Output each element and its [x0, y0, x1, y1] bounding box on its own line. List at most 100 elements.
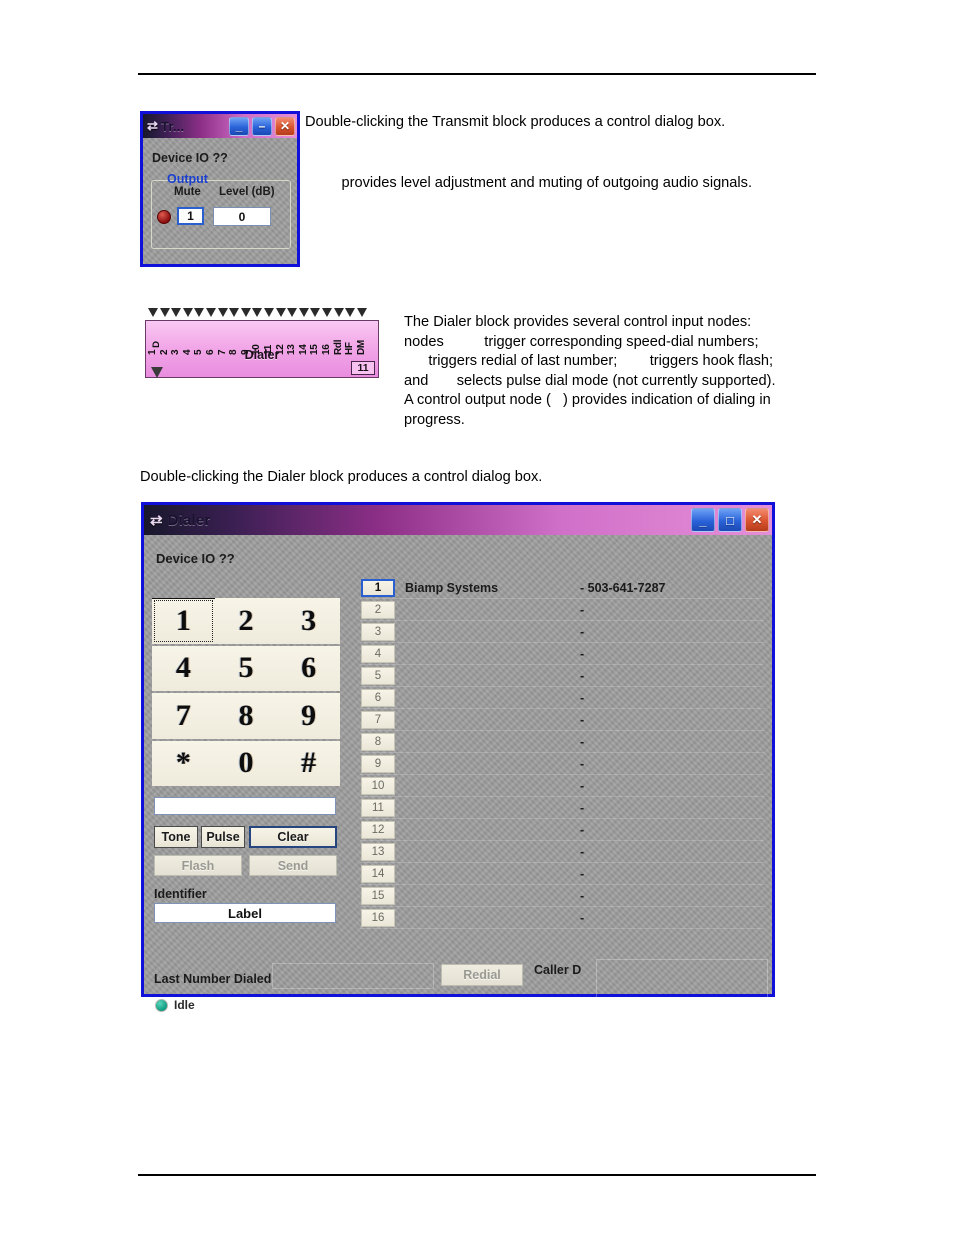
speed-dial-row[interactable]: 5- [360, 665, 764, 687]
dialer-input-node-3[interactable] [170, 308, 182, 319]
speed-dial-row[interactable]: 14 - [360, 863, 764, 885]
keypad-key-8[interactable]: 8 [214, 693, 278, 739]
dialer-input-node-1[interactable] [147, 308, 159, 319]
minimize-icon[interactable]: _ [229, 116, 249, 136]
dialer-input-node-Rdl[interactable] [333, 308, 345, 319]
keypad-key-3[interactable]: 3 [277, 598, 340, 644]
transmit-control-dialog[interactable]: ⇄ Tr... _ – ✕ Device IO ?? Output Mute L… [140, 111, 300, 267]
speed-dial-number-button[interactable]: 5 [361, 666, 395, 685]
speed-dial-row[interactable]: 10 - [360, 775, 764, 797]
speed-dial-number-button[interactable]: 2 [361, 600, 395, 619]
speed-dial-number-button[interactable]: 13 [361, 842, 395, 861]
speed-dial-number-button[interactable]: 6 [361, 688, 395, 707]
redial-button[interactable]: Redial [441, 964, 523, 986]
speed-dial-phone[interactable]: - [580, 845, 584, 859]
speed-dial-phone[interactable]: - [580, 801, 584, 815]
keypad-key-5[interactable]: 5 [214, 645, 278, 691]
keypad-key-star[interactable]: * [152, 740, 215, 786]
speed-dial-row[interactable]: 16 - [360, 907, 764, 929]
dialer-input-node-9[interactable] [240, 308, 252, 319]
keypad-key-hash[interactable]: # [277, 740, 340, 786]
speed-dial-row[interactable]: 7- [360, 709, 764, 731]
speed-dial-number-button[interactable]: 1 [361, 578, 395, 597]
speed-dial-number-button[interactable]: 14 [361, 864, 395, 883]
dialer-input-node-6[interactable] [205, 308, 217, 319]
speed-dial-number-button[interactable]: 15 [361, 886, 395, 905]
identifier-input[interactable]: Label [154, 903, 336, 923]
speed-dial-phone[interactable]: - [580, 669, 584, 683]
speed-dial-number-button[interactable]: 3 [361, 622, 395, 641]
speed-dial-phone[interactable]: - [580, 647, 584, 661]
dialer-input-node-5[interactable] [193, 308, 205, 319]
speed-dial-row[interactable]: 4- [360, 643, 764, 665]
maximize-icon[interactable]: – [252, 116, 272, 136]
dialer-input-node-HF[interactable] [344, 308, 356, 319]
dialer-input-node-8[interactable] [228, 308, 240, 319]
close-icon[interactable]: ✕ [275, 116, 295, 136]
keypad-key-2[interactable]: 2 [214, 598, 278, 644]
speed-dial-row[interactable]: 3- [360, 621, 764, 643]
speed-dial-row[interactable]: 13 - [360, 841, 764, 863]
speed-dial-phone[interactable]: - [580, 823, 584, 837]
dialer-keypad[interactable]: 1 2 3 4 5 6 7 8 9 * 0 # [152, 598, 340, 786]
pulse-button[interactable]: Pulse [201, 826, 245, 848]
dialer-block-diagram[interactable]: Dialer 11 D 1 2 3 4 5 6 7 8 9 10 11 12 13 14 15 16 Rdl HF… [143, 308, 383, 390]
dialer-input-node-7[interactable] [217, 308, 229, 319]
speed-dial-phone[interactable]: - [580, 757, 584, 771]
speed-dial-phone[interactable]: - [580, 911, 584, 925]
dialer-input-node-4[interactable] [182, 308, 194, 319]
dialer-input-node-12[interactable] [275, 308, 287, 319]
speed-dial-number-button[interactable]: 10 [361, 776, 395, 795]
speed-dial-phone[interactable]: - [580, 691, 584, 705]
dialer-input-node-10[interactable] [251, 308, 263, 319]
speed-dial-number-button[interactable]: 12 [361, 820, 395, 839]
dialer-titlebar[interactable]: ⇄ Dialer _ □ ✕ [144, 505, 772, 535]
speed-dial-row[interactable]: 15 - [360, 885, 764, 907]
speed-dial-phone[interactable]: - [580, 713, 584, 727]
keypad-key-4[interactable]: 4 [152, 645, 215, 691]
tone-button[interactable]: Tone [154, 826, 198, 848]
speed-dial-phone[interactable]: - 503-641-7287 [580, 581, 665, 595]
speed-dial-number-button[interactable]: 11 [361, 798, 395, 817]
dialer-input-node-13[interactable] [286, 308, 298, 319]
keypad-key-1[interactable]: 1 [152, 598, 215, 644]
keypad-key-9[interactable]: 9 [277, 693, 340, 739]
dialer-input-node-15[interactable] [309, 308, 321, 319]
dialer-input-node-11[interactable] [263, 308, 275, 319]
dialer-input-node-16[interactable] [321, 308, 333, 319]
dialer-number-input[interactable] [154, 797, 336, 815]
speed-dial-row[interactable]: 12 - [360, 819, 764, 841]
speed-dial-number-button[interactable]: 9 [361, 754, 395, 773]
speed-dial-phone[interactable]: - [580, 867, 584, 881]
speed-dial-row[interactable]: 8- [360, 731, 764, 753]
speed-dial-phone[interactable]: - [580, 735, 584, 749]
speed-dial-row[interactable]: 11 - [360, 797, 764, 819]
keypad-key-6[interactable]: 6 [277, 645, 340, 691]
speed-dial-row[interactable]: 2- [360, 599, 764, 621]
speed-dial-number-button[interactable]: 7 [361, 710, 395, 729]
speed-dial-row[interactable]: 9- [360, 753, 764, 775]
speed-dial-name[interactable]: Biamp Systems [405, 581, 580, 595]
speed-dial-phone[interactable]: - [580, 779, 584, 793]
minimize-icon[interactable]: _ [691, 508, 715, 532]
speed-dial-phone[interactable]: - [580, 625, 584, 639]
speed-dial-list[interactable]: 1 Biamp Systems - 503-641-7287 2-3-4-5-6-7-… [360, 577, 764, 929]
dialer-control-dialog[interactable]: ⇄ Dialer _ □ ✕ Device IO ?? 1 2 3 4 5 6 7 8 9 * 0 #… [141, 502, 775, 1013]
close-icon[interactable]: ✕ [745, 508, 769, 532]
dialer-input-node-2[interactable] [159, 308, 171, 319]
dialer-input-node-DM[interactable] [356, 308, 368, 319]
clear-button[interactable]: Clear [249, 826, 337, 848]
speed-dial-row[interactable]: 6- [360, 687, 764, 709]
speed-dial-number-button[interactable]: 8 [361, 732, 395, 751]
maximize-icon[interactable]: □ [718, 508, 742, 532]
send-button[interactable]: Send [249, 855, 337, 876]
transmit-level-input[interactable]: 0 [213, 207, 271, 226]
transmit-mute-button[interactable]: 1 [177, 207, 204, 225]
speed-dial-number-button[interactable]: 4 [361, 644, 395, 663]
dialer-input-node-14[interactable] [298, 308, 310, 319]
flash-button[interactable]: Flash [154, 855, 242, 876]
transmit-titlebar[interactable]: ⇄ Tr... _ – ✕ [143, 114, 297, 138]
speed-dial-row[interactable]: 1 Biamp Systems - 503-641-7287 [360, 577, 764, 599]
speed-dial-number-button[interactable]: 16 [361, 908, 395, 927]
keypad-key-0[interactable]: 0 [214, 740, 278, 786]
